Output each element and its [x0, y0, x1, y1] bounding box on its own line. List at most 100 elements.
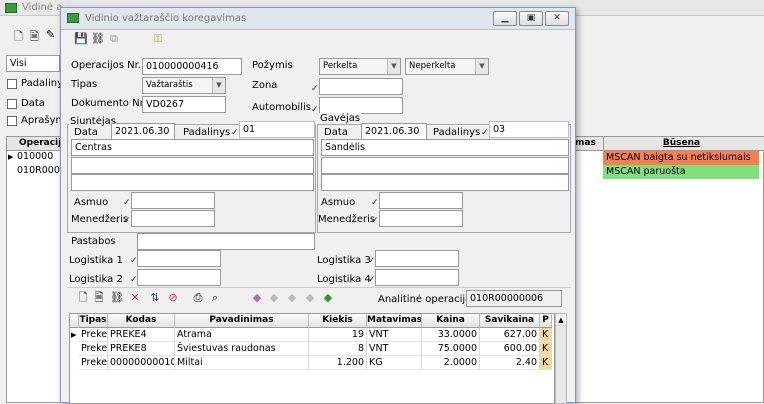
chevron-down-icon[interactable]: ▼ [212, 78, 225, 93]
cell-savikaina[interactable]: 2.40 [480, 356, 540, 370]
cell-p[interactable]: K [540, 356, 552, 370]
cell-matavimas[interactable]: VNT [367, 342, 422, 356]
col-kaina[interactable]: Kaina [422, 314, 480, 328]
siuntejas-extra-field[interactable] [71, 174, 314, 191]
automobilis-field[interactable] [319, 97, 403, 114]
cell-savikaina[interactable]: 627.00 [480, 328, 540, 342]
col-tipas[interactable]: Tipas [79, 314, 108, 328]
chevron-down-icon[interactable]: ▼ [475, 59, 488, 74]
cell-kodas[interactable]: PREKE8 [108, 342, 175, 356]
sort-icon[interactable]: ⇅ [148, 291, 162, 305]
close-button[interactable]: ✕ [545, 11, 569, 26]
pastabos-field[interactable] [137, 233, 315, 250]
cell-kiekis[interactable]: 19 [309, 328, 367, 342]
tree-icon[interactable]: ⛓ [91, 32, 105, 46]
siuntejas-address-field[interactable] [71, 157, 314, 174]
dokumento-nr-field[interactable]: VD0267 [142, 96, 226, 113]
col-pavadinimas[interactable]: Pavadinimas [175, 314, 309, 328]
cell-matavimas[interactable]: KG [367, 356, 422, 370]
col-kiekis[interactable]: Kiekis [309, 314, 367, 328]
bg-row-1-op[interactable]: 010000 [17, 151, 53, 162]
gavejas-name-field[interactable]: Sandėlis [321, 139, 569, 156]
siuntejas-data-field[interactable]: 2021.06.30 [111, 123, 175, 140]
pozymis-select-2[interactable]: Neperkelta ▼ [405, 58, 489, 75]
col-busena[interactable]: Būsena [603, 137, 759, 151]
cell-pavadinimas[interactable]: Šviestuvas raudonas [175, 342, 309, 356]
cell-p[interactable]: K [540, 342, 552, 356]
copy-icon[interactable]: ⧉ [107, 32, 121, 46]
col-savikaina[interactable]: Savikaina [480, 314, 540, 328]
cell-p[interactable]: K [540, 328, 552, 342]
cell-pavadinimas[interactable]: Miltai [175, 356, 309, 370]
siuntejas-menedzeris-field[interactable] [131, 210, 215, 227]
operacijos-nr-field[interactable]: 010000000416 [142, 58, 242, 75]
cell-tipas[interactable]: Preke [79, 328, 108, 342]
tipas-select[interactable]: Važtaraštis ▼ [142, 77, 226, 94]
analitine-field[interactable]: 010R00000006 [466, 290, 562, 307]
tag-disabled-icon[interactable]: ◆ [285, 291, 299, 305]
logistika-2-field[interactable] [137, 269, 221, 286]
grid-corner [70, 314, 79, 328]
padalinys-checkbox[interactable] [7, 79, 17, 89]
new-document-icon[interactable]: 🗋 [76, 291, 90, 305]
document-icon[interactable]: 🗎 [30, 28, 39, 47]
maximize-button[interactable]: ▣ [519, 11, 543, 26]
tag-disabled-icon[interactable]: ◆ [267, 291, 281, 305]
cell-kaina[interactable]: 2.0000 [422, 356, 480, 370]
items-grid-scrollbar[interactable]: ▲ [555, 313, 567, 404]
cell-kodas[interactable]: PREKE4 [108, 328, 175, 342]
gavejas-menedzeris-field[interactable] [379, 210, 463, 227]
bg-row-1-status[interactable]: MSCAN baigta su netikslumais [603, 151, 759, 165]
logistika-3-label: Logistika 3 [317, 255, 371, 266]
cell-kodas[interactable]: 00000000010 [108, 356, 175, 370]
siuntejas-padalinys-field[interactable]: 01 [239, 121, 315, 138]
bg-row-2-op[interactable]: 010R000 [17, 165, 60, 176]
cell-pavadinimas[interactable]: Atrama [175, 328, 309, 342]
siuntejas-name-field[interactable]: Centras [71, 139, 314, 156]
siuntejas-asmuo-field[interactable] [131, 192, 215, 209]
col-p[interactable]: P [540, 314, 552, 328]
zona-field[interactable] [319, 78, 403, 95]
document-icon[interactable]: 🗎 [92, 291, 106, 305]
cell-tipas[interactable]: Preke [79, 356, 108, 370]
cell-tipas[interactable]: Preke [79, 342, 108, 356]
scroll-up-icon[interactable]: ▲ [556, 314, 566, 326]
gavejas-asmuo-field[interactable] [379, 192, 463, 209]
save-icon[interactable]: 💾 [74, 32, 88, 46]
logistika-4-field[interactable] [375, 269, 459, 286]
aprasymas-checkbox[interactable] [7, 116, 17, 126]
delete-icon[interactable]: ✕ [128, 291, 142, 305]
cell-kiekis[interactable]: 8 [309, 342, 367, 356]
pozymis-select-1[interactable]: Perkelta ▼ [319, 58, 401, 75]
edit-icon[interactable]: ✎ [46, 28, 55, 41]
logistika-3-field[interactable] [375, 250, 459, 267]
tag-green-icon[interactable]: ◆ [321, 291, 335, 305]
minimize-button[interactable]: ▁ [493, 11, 517, 26]
gavejas-address-field[interactable] [321, 157, 569, 174]
cell-kaina[interactable]: 75.0000 [422, 342, 480, 356]
cell-savikaina[interactable]: 600.00 [480, 342, 540, 356]
clear-filter-icon[interactable]: ⊘ [166, 291, 180, 305]
data-checkbox[interactable] [7, 99, 17, 109]
col-kodas[interactable]: Kodas [108, 314, 175, 328]
cell-kaina[interactable]: 33.0000 [422, 328, 480, 342]
gavejas-padalinys-field[interactable]: 03 [489, 121, 569, 138]
pozymis-value-2: Neperkelta [409, 61, 456, 71]
tree-icon[interactable]: ⛓ [110, 291, 124, 305]
tag-disabled-icon[interactable]: ◆ [303, 291, 317, 305]
logistika-1-field[interactable] [137, 250, 221, 267]
dialog-title-bar[interactable]: Vidinio važtaraščio koregavimas ▁ ▣ ✕ [61, 8, 575, 30]
gavejas-data-field[interactable]: 2021.06.30 [361, 123, 427, 140]
tag-icon[interactable]: ◆ [250, 291, 264, 305]
cell-kiekis[interactable]: 1.200 [309, 356, 367, 370]
key-icon[interactable]: ⚿ [151, 32, 165, 46]
bg-row-2-status[interactable]: MSCAN paruošta [603, 165, 759, 179]
gavejas-extra-field[interactable] [321, 174, 569, 191]
col-matavimas[interactable]: Matavimas [367, 314, 422, 328]
cell-matavimas[interactable]: VNT [367, 328, 422, 342]
new-document-icon[interactable]: 🗋 [14, 28, 23, 47]
filter-select[interactable]: Visi [6, 55, 60, 72]
chevron-down-icon[interactable]: ▼ [387, 59, 400, 74]
print-icon[interactable]: ⎙ [191, 291, 205, 305]
binoculars-icon[interactable]: ⌕ [208, 291, 222, 305]
